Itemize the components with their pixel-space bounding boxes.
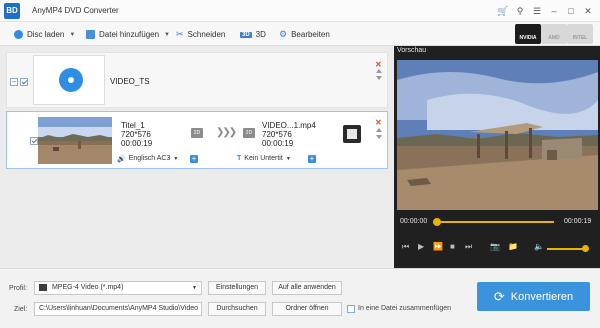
move-down-icon[interactable]	[376, 135, 382, 139]
merge-checkbox[interactable]	[347, 305, 355, 313]
scissors-icon: ✂	[176, 29, 184, 39]
close-icon[interactable]: ✕	[581, 4, 595, 18]
subtitle-select[interactable]: T Kein Untertit ▼	[237, 153, 291, 164]
chevron-down-icon: ▼	[69, 31, 76, 38]
preview-label: Vorschau	[397, 47, 427, 54]
skip-forward-icon[interactable]: ⏭	[465, 242, 472, 252]
audio-track-value: Englisch AC3	[128, 155, 171, 162]
output-filename: VIDEO...1.mp4	[262, 121, 316, 130]
remove-title-icon[interactable]: ✕	[375, 118, 382, 127]
group-checkbox[interactable]	[20, 78, 28, 86]
group-name: VIDEO_TS	[110, 77, 150, 86]
subtitle-value: Kein Untertit	[244, 155, 283, 162]
disc-icon	[59, 68, 83, 92]
target-label: Ziel:	[14, 306, 28, 313]
move-down-icon[interactable]	[376, 76, 382, 80]
convert-label: Konvertieren	[510, 290, 574, 303]
profile-select[interactable]: MPEG-4 Video (*.mp4) ▼	[34, 281, 202, 295]
chevron-down-icon: ▼	[285, 155, 291, 162]
nvidia-badge[interactable]: NVIDIA	[515, 24, 541, 44]
intel-badge[interactable]: INTEL	[567, 24, 593, 44]
3d-button[interactable]: 3D 3D	[240, 28, 266, 41]
disc-thumbnail	[33, 55, 105, 105]
edit-icon: ⚙	[279, 29, 288, 39]
chevron-down-icon: ▼	[192, 285, 197, 291]
stop-icon[interactable]: ■	[450, 242, 455, 251]
title-bar: BD AnyMP4 DVD Converter 🛒 ⚲ ☰ – □ ✕	[0, 0, 600, 22]
output-resolution: 720*576	[262, 130, 292, 139]
convert-icon: ⟳	[493, 288, 505, 304]
video-preview[interactable]	[397, 60, 598, 210]
window-title: AnyMP4 DVD Converter	[32, 6, 119, 15]
output-format-icon[interactable]	[343, 125, 361, 143]
folder-icon[interactable]: 📁	[508, 242, 518, 251]
add-subtitle-button[interactable]: +	[308, 155, 316, 163]
add-file-button[interactable]: Datei hinzufügen ▼	[86, 28, 170, 41]
source-resolution: 720*576	[121, 130, 151, 139]
merge-label: In eine Datei zusammenfügen	[358, 305, 451, 312]
toolbar: Disc laden ▼ Datei hinzufügen ▼ ✂ Schnei…	[0, 22, 600, 46]
video-thumbnail	[38, 117, 112, 164]
play-icon[interactable]: ▶	[418, 242, 424, 251]
browse-button[interactable]: Durchsuchen	[208, 302, 266, 316]
output-2d-badge: 2D	[243, 128, 255, 138]
edit-button[interactable]: ⚙ Bearbeiten	[279, 28, 330, 41]
source-title: Titel_1	[121, 121, 145, 130]
open-folder-button[interactable]: Ordner öffnen	[272, 302, 342, 316]
seek-bar[interactable]	[433, 221, 554, 223]
add-audio-button[interactable]: +	[190, 155, 198, 163]
total-time: 00:00:19	[564, 218, 592, 225]
target-path-field[interactable]: C:\Users\linhuan\Documents\AnyMP4 Studio…	[34, 302, 202, 316]
seek-handle[interactable]	[433, 218, 441, 226]
source-duration: 00:00:19	[121, 139, 153, 148]
remove-group-icon[interactable]: ✕	[375, 60, 382, 69]
skip-back-icon[interactable]: ⏮	[402, 242, 409, 252]
3d-icon: 3D	[240, 31, 252, 38]
current-time: 00:00:00	[400, 218, 428, 225]
subtitle-icon: T	[237, 155, 242, 162]
chevron-down-icon: ▼	[173, 155, 179, 162]
source-2d-badge: 2D	[191, 128, 203, 138]
minimize-icon[interactable]: –	[547, 4, 561, 18]
3d-label: 3D	[255, 30, 266, 39]
move-up-icon[interactable]	[376, 69, 382, 73]
load-disc-label: Disc laden	[27, 30, 65, 39]
snapshot-icon[interactable]: 📷	[490, 242, 500, 251]
title-checkbox[interactable]	[30, 137, 38, 145]
move-up-icon[interactable]	[376, 128, 382, 132]
chevron-down-icon: ▼	[164, 31, 170, 38]
cut-button[interactable]: ✂ Schneiden	[176, 28, 225, 41]
fast-forward-icon[interactable]: ⏩	[433, 242, 443, 251]
collapse-toggle[interactable]: –	[10, 78, 18, 86]
convert-arrow-icon: ❯❯❯	[216, 127, 237, 138]
cut-label: Schneiden	[187, 30, 226, 39]
menu-icon[interactable]: ☰	[530, 4, 544, 18]
maximize-icon[interactable]: □	[564, 4, 578, 18]
volume-slider[interactable]	[547, 248, 587, 250]
volume-icon[interactable]: 🔈	[534, 242, 544, 251]
profile-value: MPEG-4 Video (*.mp4)	[51, 284, 124, 291]
audio-track-select[interactable]: 🔊 Englisch AC3 ▼	[117, 153, 178, 164]
profile-icon	[39, 283, 47, 291]
apply-all-button[interactable]: Auf alle anwenden	[272, 281, 342, 295]
key-icon[interactable]: ⚲	[513, 4, 527, 18]
add-file-label: Datei hinzufügen	[99, 30, 160, 39]
convert-button[interactable]: ⟳ Konvertieren	[477, 282, 590, 311]
cart-icon[interactable]: 🛒	[496, 4, 510, 18]
app-logo-icon: BD	[4, 3, 20, 19]
settings-button[interactable]: Einstellungen	[208, 281, 266, 295]
disc-icon	[14, 30, 23, 39]
profile-label: Profil:	[9, 285, 27, 292]
output-duration: 00:00:19	[262, 139, 294, 148]
amd-badge[interactable]: AMD	[541, 24, 567, 44]
audio-icon: 🔊	[117, 155, 126, 163]
add-file-icon	[86, 30, 95, 39]
load-disc-button[interactable]: Disc laden ▼	[14, 28, 75, 41]
edit-label: Bearbeiten	[291, 30, 330, 39]
volume-handle[interactable]	[582, 245, 589, 252]
